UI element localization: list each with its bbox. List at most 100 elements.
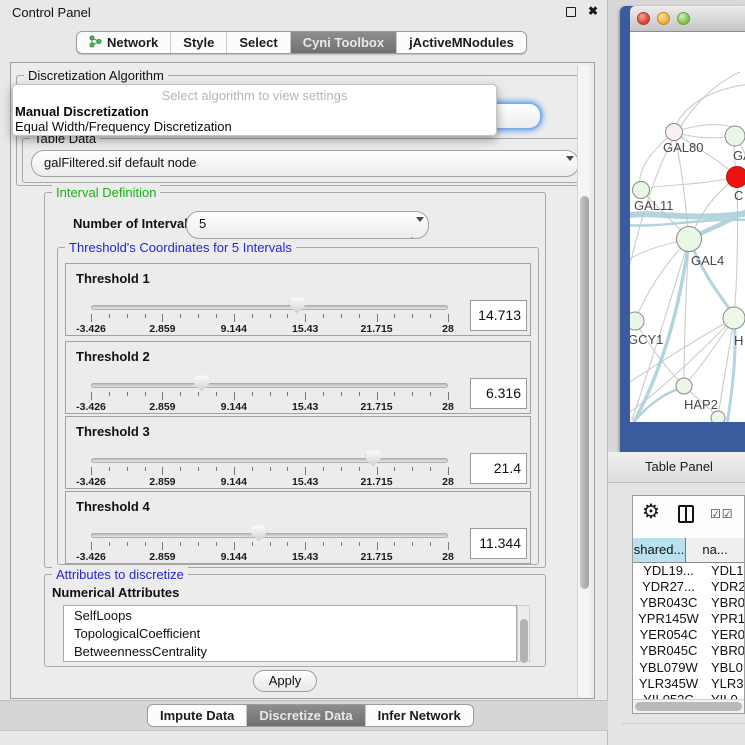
threshold-3-slider-thumb[interactable] <box>366 450 381 467</box>
numerical-attributes-list[interactable]: SelfLoopsTopologicalCoefficientBetweenne… <box>63 605 517 662</box>
threshold-4-slider-thumb[interactable] <box>251 525 266 542</box>
tab-network-label: Network <box>107 35 158 50</box>
attributes-list-scrollbar[interactable] <box>517 605 530 662</box>
network-canvas[interactable]: GAL80 GA C GAL11 GAL4 GCY1 H HAP2 <box>630 32 745 422</box>
slider-tick <box>359 314 360 318</box>
network-node[interactable] <box>723 307 745 329</box>
threshold-4-label: Threshold 4 <box>76 499 150 514</box>
float-window-icon[interactable] <box>566 7 576 17</box>
discretization-algorithm-group-label: Discretization Algorithm <box>24 68 168 83</box>
network-node[interactable] <box>630 312 644 330</box>
cell-shared-name[interactable]: YBR043C <box>633 595 704 611</box>
threshold-3-label: Threshold 3 <box>76 424 150 439</box>
minimize-traffic-light[interactable] <box>657 12 670 25</box>
tab-cyni-toolbox[interactable]: Cyni Toolbox <box>290 32 396 53</box>
scrollbar-thumb[interactable] <box>580 196 589 589</box>
number-of-intervals-combobox[interactable]: 5 <box>186 211 429 239</box>
cell-shared-name[interactable]: YDL19... <box>633 563 704 579</box>
threshold-1-slider-track[interactable] <box>91 305 448 310</box>
control-panel-title: Control Panel <box>12 5 91 20</box>
close-icon[interactable]: ✖ <box>588 4 598 18</box>
table-row[interactable]: YBR043CYBR0... <box>633 595 744 611</box>
tab-infer-network[interactable]: Infer Network <box>365 705 473 726</box>
tab-network[interactable]: Network <box>77 32 170 53</box>
network-node[interactable] <box>711 411 725 422</box>
cell-name[interactable]: YER0... <box>704 627 744 643</box>
scrollbar-thumb[interactable] <box>635 702 742 711</box>
threshold-4-slider-track[interactable] <box>91 533 448 538</box>
slider-tick <box>234 467 235 475</box>
table-row[interactable]: YER054CYER0... <box>633 627 744 643</box>
slider-scale-label: 21.715 <box>361 401 393 413</box>
column-header-name[interactable]: na... <box>686 538 744 563</box>
slider-tick <box>341 392 342 396</box>
table-row[interactable]: YDL19...YDL1... <box>633 563 744 579</box>
cell-shared-name[interactable]: YLR345W <box>633 676 704 692</box>
cell-name[interactable]: YLR3... <box>704 676 744 692</box>
slider-scale-label: 21.715 <box>361 551 393 563</box>
network-node[interactable] <box>666 124 683 141</box>
table-columns-icon[interactable] <box>678 505 694 523</box>
slider-tick <box>430 314 431 318</box>
slider-tick <box>198 314 199 318</box>
slider-scale-label: -3.426 <box>76 551 106 563</box>
table-horizontal-scrollbar[interactable] <box>633 699 744 713</box>
slider-tick <box>145 542 146 546</box>
table-row[interactable]: YDR27...YDR2... <box>633 579 744 595</box>
table-row[interactable]: YPR145WYPR1... <box>633 611 744 627</box>
slider-tick <box>91 542 92 550</box>
threshold-2-slider-thumb[interactable] <box>194 375 209 392</box>
attribute-list-item[interactable]: BetweennessCentrality <box>74 643 516 661</box>
algorithm-option-manual[interactable]: Manual Discretization <box>13 104 496 119</box>
attribute-list-item[interactable]: TopologicalCoefficient <box>74 625 516 643</box>
checkbox-select-icons[interactable]: ☑☑ <box>710 507 734 521</box>
panel-scrollbar[interactable] <box>577 65 590 697</box>
algorithm-option-equal-width[interactable]: Equal Width/Frequency Discretization <box>13 119 496 134</box>
slider-tick <box>430 392 431 396</box>
node-label-ga: GA <box>733 148 745 163</box>
table-data-combobox[interactable]: galFiltered.sif default node <box>31 150 579 177</box>
table-row[interactable]: YBR045CYBR0... <box>633 643 744 659</box>
threshold-4-value-field[interactable]: 11.344 <box>470 528 527 559</box>
close-traffic-light[interactable] <box>637 12 650 25</box>
tab-style[interactable]: Style <box>170 32 226 53</box>
cell-shared-name[interactable]: YBR045C <box>633 643 704 659</box>
cell-name[interactable]: YDR2... <box>704 579 744 595</box>
tab-jactivemnodules[interactable]: jActiveMNodules <box>396 32 526 53</box>
network-node[interactable] <box>676 378 692 394</box>
threshold-1-value-field[interactable]: 14.713 <box>470 300 527 331</box>
table-row[interactable]: YLR345WYLR3... <box>633 676 744 692</box>
cell-shared-name[interactable]: YDR27... <box>633 579 704 595</box>
cell-shared-name[interactable]: YBL079W <box>633 660 704 676</box>
attribute-list-item[interactable]: SelfLoops <box>74 607 516 625</box>
cell-name[interactable]: YPR1... <box>704 611 744 627</box>
slider-scale-label: 28 <box>442 401 454 413</box>
column-header-shared[interactable]: shared... <box>633 538 686 563</box>
network-window-titlebar[interactable] <box>630 6 745 32</box>
apply-button[interactable]: Apply <box>253 670 317 692</box>
network-node[interactable] <box>677 227 702 252</box>
network-node[interactable] <box>725 126 745 146</box>
cell-name[interactable]: YBR0... <box>704 643 744 659</box>
cell-name[interactable]: YBR0... <box>704 595 744 611</box>
gear-icon[interactable]: ⚙ <box>642 499 660 524</box>
threshold-2-slider-track[interactable] <box>91 383 448 388</box>
network-node-selected[interactable] <box>727 167 745 188</box>
cell-shared-name[interactable]: YPR145W <box>633 611 704 627</box>
cell-name[interactable]: YBL0... <box>704 660 744 676</box>
threshold-1-slider-thumb[interactable] <box>290 297 305 314</box>
cell-name[interactable]: YDL1... <box>704 563 744 579</box>
zoom-traffic-light[interactable] <box>677 12 690 25</box>
table-row[interactable]: YBL079WYBL0... <box>633 660 744 676</box>
tab-impute-data[interactable]: Impute Data <box>148 705 246 726</box>
threshold-2-value-field[interactable]: 6.316 <box>470 378 527 409</box>
threshold-3-slider-track[interactable] <box>91 458 448 463</box>
tab-select[interactable]: Select <box>226 32 289 53</box>
scrollbar-thumb[interactable] <box>520 619 528 663</box>
tab-discretize-data[interactable]: Discretize Data <box>246 705 364 726</box>
node-label-gal4: GAL4 <box>691 253 724 268</box>
cell-shared-name[interactable]: YER054C <box>633 627 704 643</box>
threshold-2-panel: Threshold 2 -3.4262.8599.14415.4321.7152… <box>65 341 531 414</box>
network-node[interactable] <box>633 182 650 199</box>
threshold-3-value-field[interactable]: 21.4 <box>470 453 527 484</box>
